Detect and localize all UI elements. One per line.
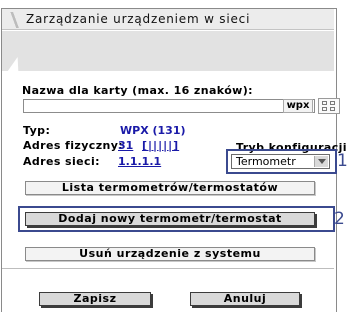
- net-address-value[interactable]: 1.1.1.1: [118, 155, 161, 168]
- callout-1-number: 1: [337, 151, 347, 171]
- phys-address-label: Adres fizyczny:: [23, 139, 124, 152]
- phys-address-value[interactable]: 31: [118, 139, 133, 152]
- net-address-label: Adres sieci:: [23, 155, 100, 168]
- name-suffix: wpx: [283, 99, 313, 113]
- callout-2-number: 2: [334, 209, 345, 229]
- chevron-down-icon[interactable]: [314, 156, 328, 167]
- type-value: WPX (131): [120, 124, 186, 137]
- list-thermometers-button[interactable]: Lista termometrów/termostatów: [25, 181, 315, 195]
- remove-device-button[interactable]: Usuń urządzenie z systemu: [25, 247, 315, 261]
- window-title: Zarządzanie urządzeniem w sieci: [26, 12, 251, 26]
- mode-select[interactable]: Termometr: [231, 154, 330, 169]
- header-banner: [2, 31, 334, 71]
- add-thermometer-button[interactable]: Dodaj nowy termometr/termostat: [25, 212, 315, 226]
- name-input[interactable]: [23, 99, 315, 113]
- divider: [2, 268, 334, 269]
- save-button[interactable]: Zapisz: [39, 292, 151, 306]
- cancel-button[interactable]: Anuluj: [190, 292, 300, 306]
- mode-select-value: Termometr: [236, 155, 296, 168]
- type-label: Typ:: [23, 124, 51, 137]
- title-slash-icon: [9, 12, 19, 28]
- phys-address-bits[interactable]: [|||||]: [142, 139, 179, 152]
- grid-icon[interactable]: [318, 98, 340, 114]
- name-label: Nazwa dla karty (max. 16 znaków):: [22, 84, 253, 97]
